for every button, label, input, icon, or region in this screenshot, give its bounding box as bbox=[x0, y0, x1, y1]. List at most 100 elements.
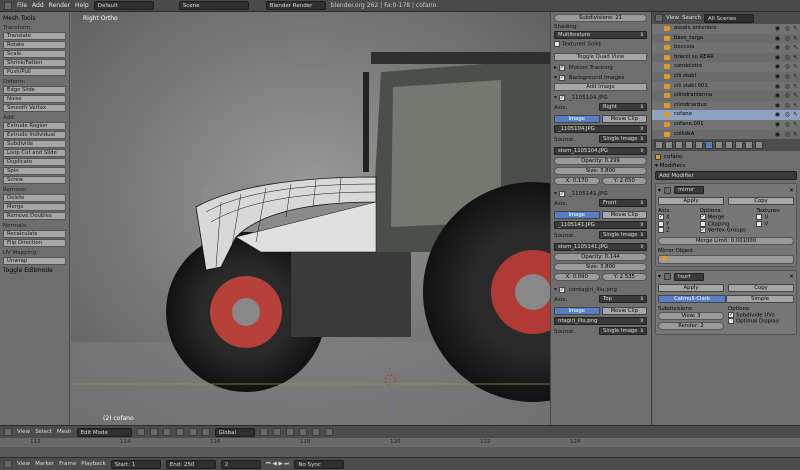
outliner-item[interactable]: assale anteriore ◉ ◎ ↖ bbox=[652, 24, 800, 34]
mirror-object-field[interactable] bbox=[658, 254, 794, 264]
image-tab[interactable]: Image bbox=[554, 114, 600, 123]
data-tab-icon[interactable] bbox=[715, 141, 723, 149]
image-path-field[interactable]: stem_1105104.JPG bbox=[554, 146, 647, 155]
outliner-item[interactable]: cofano.001 ◉ ◎ ↖ bbox=[652, 119, 800, 130]
loop-cut-button[interactable]: Loop Cut and Slide bbox=[3, 149, 66, 157]
apply-button[interactable]: Apply bbox=[658, 197, 724, 205]
textured-solid-checkbox[interactable] bbox=[554, 41, 560, 47]
render-tab-icon[interactable] bbox=[655, 141, 663, 149]
select-menu[interactable]: Select bbox=[35, 429, 52, 435]
edge-select-icon[interactable] bbox=[272, 428, 281, 436]
u-checkbox[interactable]: U bbox=[764, 215, 768, 221]
sync-dropdown[interactable]: No Sync bbox=[294, 459, 345, 469]
rotate-button[interactable]: Rotate bbox=[3, 41, 66, 49]
image-selector[interactable]: _1105104.JPG bbox=[554, 124, 647, 133]
y-offset-field[interactable]: Y: 2.650 bbox=[601, 176, 647, 185]
v-checkbox[interactable]: V bbox=[764, 221, 768, 227]
modifiers-tab-icon[interactable] bbox=[705, 141, 713, 149]
optimal-display-checkbox[interactable]: Optimal Display bbox=[736, 319, 779, 325]
motion-tracking-panel[interactable]: ▸ ✓ Motion Tracking bbox=[554, 64, 647, 71]
view-menu[interactable]: View bbox=[17, 429, 30, 435]
face-select-icon[interactable] bbox=[285, 428, 294, 436]
add-modifier-dropdown[interactable]: Add Modifier bbox=[655, 171, 797, 180]
subdivide-button[interactable]: Subdivide bbox=[3, 140, 66, 148]
close-icon[interactable]: ✕ bbox=[789, 187, 794, 194]
translate-icon[interactable] bbox=[175, 428, 184, 436]
shading-dropdown[interactable]: Multitexture bbox=[554, 31, 647, 39]
copy-button[interactable]: Copy bbox=[728, 197, 794, 205]
outliner-view-menu[interactable]: View bbox=[666, 15, 679, 21]
recalculate-button[interactable]: Recalculate bbox=[3, 230, 66, 238]
scene-tab-icon[interactable] bbox=[665, 141, 673, 149]
noise-button[interactable]: Noise bbox=[3, 95, 66, 103]
movie-clip-tab[interactable]: Movie Clip bbox=[601, 306, 647, 315]
shading-mode-icon[interactable] bbox=[136, 428, 145, 436]
mesh-tools-header[interactable]: Mesh Tools bbox=[3, 15, 66, 22]
movie-clip-tab[interactable]: Movie Clip bbox=[601, 114, 647, 123]
outliner-item[interactable]: cilindriarduo ◉ ◎ ↖ bbox=[652, 100, 800, 111]
vertex-select-icon[interactable] bbox=[259, 428, 268, 436]
3d-viewport[interactable]: Right Ortho (2) cofano bbox=[71, 12, 550, 425]
menu-file[interactable]: File bbox=[17, 2, 27, 9]
outliner-item[interactable]: bracci su REAR ◉ ◎ ↖ bbox=[652, 53, 800, 63]
start-frame-field[interactable]: Start: 1 bbox=[110, 459, 161, 469]
playback-menu[interactable]: Playback bbox=[81, 461, 106, 467]
vertex-groups-checkbox[interactable]: Vertex Groups bbox=[708, 228, 746, 234]
opacity-field[interactable]: Opacity: 0.299 bbox=[554, 156, 647, 165]
texture-tab-icon[interactable] bbox=[735, 141, 743, 149]
modifier-name-field[interactable]: tsurf bbox=[674, 272, 705, 281]
proportional-edit-icon[interactable] bbox=[298, 428, 307, 436]
current-frame-field[interactable]: 2 bbox=[220, 459, 261, 469]
merge-limit-field[interactable]: Merge Limit: 0.001000 bbox=[658, 236, 794, 245]
playback-controls[interactable]: ⏮ ◀ ▶ ⏭ bbox=[266, 461, 290, 468]
end-frame-field[interactable]: End: 250 bbox=[165, 459, 216, 469]
marker-menu[interactable]: Marker bbox=[35, 461, 54, 467]
mode-dropdown[interactable]: Edit Mode bbox=[76, 427, 132, 437]
outliner-item-selected[interactable]: cofano ◉ ◎ ↖ bbox=[652, 110, 800, 120]
scene-selector[interactable]: Scene bbox=[178, 1, 249, 10]
scale-icon[interactable] bbox=[201, 428, 210, 436]
render-engine-selector[interactable]: Blender Render bbox=[265, 1, 326, 10]
z-axis-checkbox[interactable]: Z bbox=[666, 228, 670, 234]
image-path-field[interactable]: stem_1105141.JPG bbox=[554, 242, 647, 251]
world-tab-icon[interactable] bbox=[675, 141, 683, 149]
close-icon[interactable]: ✕ bbox=[789, 273, 794, 280]
manipulator-icon[interactable] bbox=[162, 428, 171, 436]
extrude-region-button[interactable]: Extrude Region bbox=[3, 122, 66, 130]
source-dropdown[interactable]: Single Image bbox=[599, 134, 647, 143]
view-levels-field[interactable]: View: 3 bbox=[658, 311, 724, 320]
catmull-clark-tab[interactable]: Catmull-Clark bbox=[658, 294, 726, 303]
axis-dropdown[interactable]: Front bbox=[599, 198, 647, 207]
remove-doubles-button[interactable]: Remove Doubles bbox=[3, 212, 66, 220]
screw-button[interactable]: Screw bbox=[3, 176, 66, 184]
outliner-item[interactable]: cili stabi ◉ ◎ ↖ bbox=[652, 72, 800, 82]
unwrap-button[interactable]: Unwrap bbox=[3, 257, 66, 265]
axis-dropdown[interactable]: Right bbox=[599, 102, 647, 111]
merge-checkbox[interactable]: Merge bbox=[708, 215, 725, 221]
subdivisions-field[interactable]: Subdivisions: 21 bbox=[554, 14, 647, 22]
menu-render[interactable]: Render bbox=[49, 2, 70, 9]
rotate-icon[interactable] bbox=[188, 428, 197, 436]
background-images-panel[interactable]: ▾ ✓ Background Images bbox=[554, 74, 647, 81]
flip-direction-button[interactable]: Flip Direction bbox=[3, 239, 66, 247]
snap-icon[interactable] bbox=[311, 428, 320, 436]
material-tab-icon[interactable] bbox=[725, 141, 733, 149]
extrude-individual-button[interactable]: Extrude Individual bbox=[3, 131, 66, 139]
timeline[interactable]: 112 114 116 118 120 122 124 bbox=[0, 438, 800, 457]
object-tab-icon[interactable] bbox=[685, 141, 693, 149]
menu-help[interactable]: Help bbox=[75, 2, 89, 9]
merge-button[interactable]: Merge bbox=[3, 203, 66, 211]
simple-tab[interactable]: Simple bbox=[726, 294, 794, 303]
movie-clip-tab[interactable]: Movie Clip bbox=[601, 210, 647, 219]
render-levels-field[interactable]: Render: 2 bbox=[658, 321, 724, 330]
timeline-editor-icon[interactable] bbox=[4, 460, 12, 468]
add-image-button[interactable]: Add Image bbox=[554, 82, 647, 91]
timeline-view-menu[interactable]: View bbox=[17, 461, 30, 467]
size-field[interactable]: Size: 3.800 bbox=[554, 166, 647, 175]
smooth-vertex-button[interactable]: Smooth Vertex bbox=[3, 104, 66, 112]
outliner-item[interactable]: base_targa ◉ ◎ ↖ bbox=[652, 34, 800, 44]
layer-icon[interactable] bbox=[324, 428, 333, 436]
apply-button[interactable]: Apply bbox=[658, 283, 724, 292]
delete-button[interactable]: Delete bbox=[3, 194, 66, 202]
modifier-name-field[interactable]: mirror bbox=[674, 186, 705, 194]
